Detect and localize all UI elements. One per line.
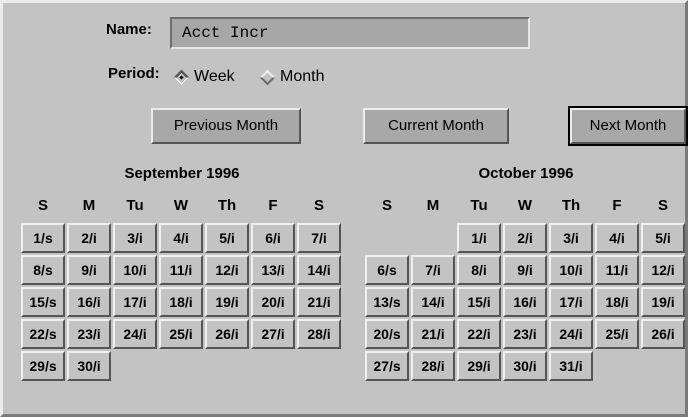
day-cell[interactable]: 22/s <box>21 319 65 349</box>
day-cell[interactable]: 21/i <box>411 319 455 349</box>
day-cell[interactable]: 8/s <box>21 255 65 285</box>
day-cell[interactable]: 10/i <box>113 255 157 285</box>
name-field[interactable]: Acct Incr <box>170 17 530 49</box>
weekday-header: S <box>37 197 48 214</box>
day-cell[interactable]: 4/i <box>595 223 639 253</box>
weekday-header: S <box>381 197 392 214</box>
day-cell[interactable]: 26/i <box>641 319 685 349</box>
previous-month-button[interactable]: Previous Month <box>151 108 301 144</box>
day-cell[interactable]: 9/i <box>503 255 547 285</box>
day-cell[interactable]: 1/s <box>21 223 65 253</box>
day-cell[interactable]: 26/i <box>205 319 249 349</box>
day-cell[interactable]: 24/i <box>549 319 593 349</box>
radio-unselected-icon <box>259 69 276 85</box>
day-cell[interactable]: 2/i <box>67 223 111 253</box>
day-cell[interactable]: 29/i <box>457 351 501 381</box>
weekday-header: Tu <box>126 197 144 214</box>
day-cell[interactable]: 18/i <box>595 287 639 317</box>
day-cell[interactable]: 21/i <box>297 287 341 317</box>
period-month-label: Month <box>280 68 325 85</box>
weekday-header: Th <box>561 197 581 214</box>
day-cell[interactable]: 10/i <box>549 255 593 285</box>
period-week-radio[interactable]: Week <box>173 68 235 86</box>
day-cell[interactable]: 25/i <box>159 319 203 349</box>
day-cell[interactable]: 28/i <box>297 319 341 349</box>
day-cell[interactable]: 1/i <box>457 223 501 253</box>
day-cell[interactable]: 20/s <box>365 319 409 349</box>
day-cell[interactable]: 22/i <box>457 319 501 349</box>
weekday-header: Th <box>217 197 237 214</box>
weekday-header: M <box>82 197 96 214</box>
radio-selected-icon <box>173 69 190 85</box>
day-cell[interactable]: 12/i <box>641 255 685 285</box>
period-month-radio[interactable]: Month <box>259 68 325 86</box>
day-cell[interactable]: 15/i <box>457 287 501 317</box>
day-cell[interactable]: 17/i <box>113 287 157 317</box>
name-label: Name: <box>106 21 152 38</box>
day-cell[interactable]: 16/i <box>503 287 547 317</box>
weekday-header: F <box>612 197 622 214</box>
day-cell[interactable]: 12/i <box>205 255 249 285</box>
month-title: October 1996 <box>478 165 574 182</box>
weekday-header: F <box>268 197 278 214</box>
weekday-header: Tu <box>470 197 488 214</box>
day-cell[interactable]: 20/i <box>251 287 295 317</box>
current-month-button[interactable]: Current Month <box>363 108 509 144</box>
day-cell[interactable]: 30/i <box>67 351 111 381</box>
day-cell[interactable]: 5/i <box>641 223 685 253</box>
day-cell[interactable]: 16/i <box>67 287 111 317</box>
day-cell[interactable]: 27/i <box>251 319 295 349</box>
day-cell[interactable]: 23/i <box>503 319 547 349</box>
day-cell[interactable]: 4/i <box>159 223 203 253</box>
period-week-label: Week <box>194 68 235 85</box>
day-cell[interactable]: 11/i <box>159 255 203 285</box>
day-cell[interactable]: 2/i <box>503 223 547 253</box>
day-cell[interactable]: 3/i <box>549 223 593 253</box>
day-cell[interactable]: 23/i <box>67 319 111 349</box>
next-month-button[interactable]: Next Month <box>568 106 688 146</box>
day-cell[interactable]: 17/i <box>549 287 593 317</box>
day-cell[interactable]: 13/s <box>365 287 409 317</box>
day-cell[interactable]: 13/i <box>251 255 295 285</box>
day-cell[interactable]: 3/i <box>113 223 157 253</box>
weekday-header: W <box>517 197 533 214</box>
day-cell[interactable]: 15/s <box>21 287 65 317</box>
day-cell[interactable]: 14/i <box>411 287 455 317</box>
day-cell[interactable]: 18/i <box>159 287 203 317</box>
period-label: Period: <box>108 65 160 82</box>
day-cell[interactable]: 25/i <box>595 319 639 349</box>
month-title: September 1996 <box>124 165 240 182</box>
day-cell[interactable]: 11/i <box>595 255 639 285</box>
day-cell[interactable]: 5/i <box>205 223 249 253</box>
day-cell[interactable]: 28/i <box>411 351 455 381</box>
day-cell[interactable]: 14/i <box>297 255 341 285</box>
day-cell[interactable]: 8/i <box>457 255 501 285</box>
day-cell[interactable]: 24/i <box>113 319 157 349</box>
day-cell[interactable]: 9/i <box>67 255 111 285</box>
day-cell[interactable]: 29/s <box>21 351 65 381</box>
day-cell[interactable]: 30/i <box>503 351 547 381</box>
day-cell[interactable]: 27/s <box>365 351 409 381</box>
day-cell[interactable]: 7/i <box>297 223 341 253</box>
weekday-header: S <box>657 197 668 214</box>
day-cell[interactable]: 19/i <box>641 287 685 317</box>
day-cell[interactable]: 19/i <box>205 287 249 317</box>
day-cell[interactable]: 6/s <box>365 255 409 285</box>
day-cell[interactable]: 7/i <box>411 255 455 285</box>
weekday-header: S <box>313 197 324 214</box>
day-cell[interactable]: 6/i <box>251 223 295 253</box>
weekday-header: M <box>426 197 440 214</box>
day-cell[interactable]: 31/i <box>549 351 593 381</box>
weekday-header: W <box>173 197 189 214</box>
